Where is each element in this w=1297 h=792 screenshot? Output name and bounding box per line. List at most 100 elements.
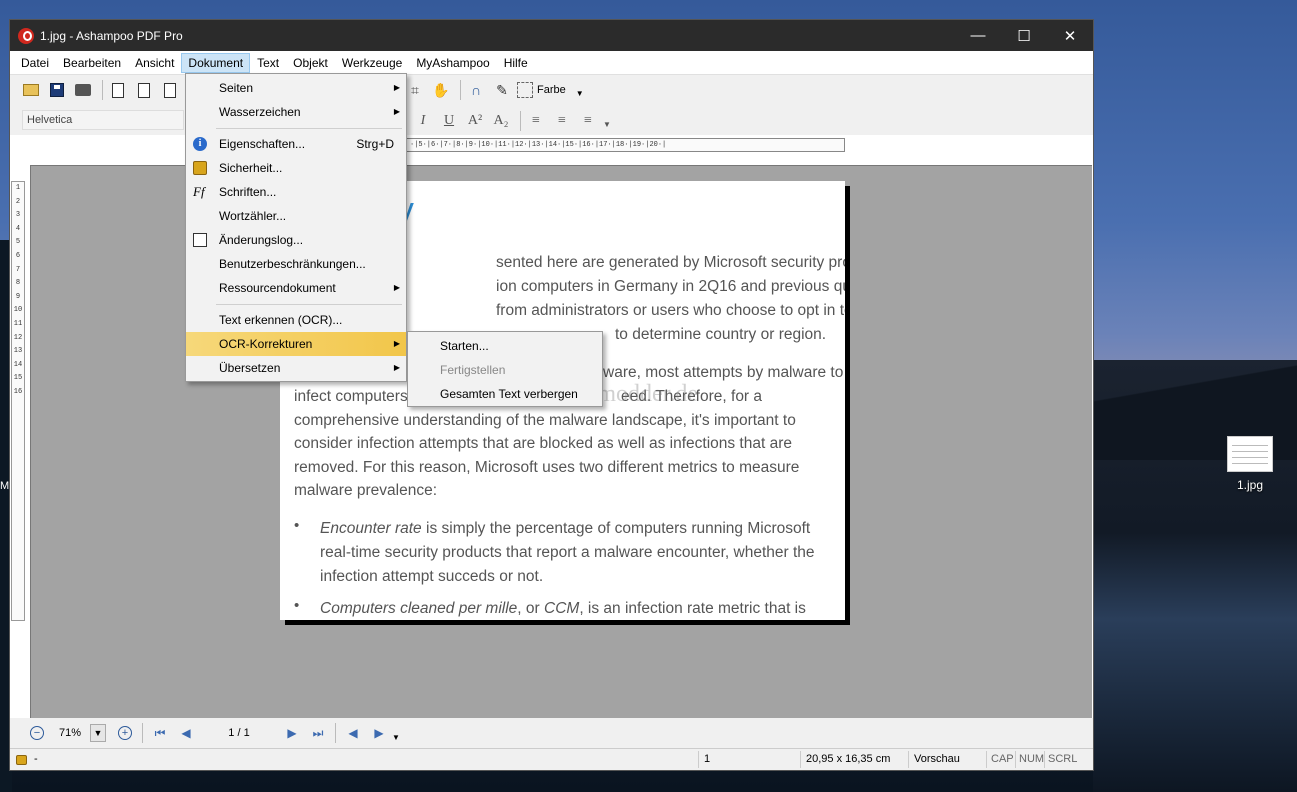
font-name-field[interactable]: Helvetica [22, 110, 184, 130]
bullet-1-term: Encounter rate [320, 520, 422, 537]
menu-item-seiten[interactable]: Seiten ▶ [186, 76, 406, 100]
bullet-2-line-1: Computers cleaned per mille, or CCM, is … [320, 597, 806, 620]
submenu-item-starten[interactable]: Starten... [408, 334, 602, 358]
page-copy-icon[interactable] [133, 79, 155, 101]
align-center-icon[interactable]: ≡ [551, 110, 573, 132]
open-icon[interactable] [20, 79, 42, 101]
menu-item-label: Eigenschaften... [219, 137, 306, 151]
status-mode: Vorschau [914, 753, 960, 765]
zoom-out-icon[interactable]: − [30, 726, 44, 740]
menu-item-text-erkennen[interactable]: Text erkennen (OCR)... [186, 308, 406, 332]
menu-item-label: Wasserzeichen [219, 105, 301, 119]
menu-item-ressourcendokument[interactable]: Ressourcendokument ▶ [186, 276, 406, 300]
italic-icon[interactable]: I [412, 110, 434, 132]
menu-item-schriften[interactable]: Ff Schriften... [186, 180, 406, 204]
menu-dokument[interactable]: Dokument [181, 52, 251, 73]
zoom-value[interactable]: 71% [50, 727, 90, 739]
menu-item-wortzaehler[interactable]: Wortzähler... [186, 204, 406, 228]
menu-item-benutzerbeschraenkungen[interactable]: Benutzerbeschränkungen... [186, 252, 406, 276]
new-page-icon[interactable] [107, 79, 129, 101]
page-export-icon[interactable] [159, 79, 181, 101]
hand-icon[interactable]: ✋ [430, 79, 452, 101]
menu-item-wasserzeichen[interactable]: Wasserzeichen ▶ [186, 100, 406, 124]
next-page-icon[interactable]: ▶ [285, 726, 299, 740]
menu-item-label: Übersetzen [219, 361, 281, 375]
menu-item-shortcut: Strg+D [356, 137, 394, 151]
stamp-icon[interactable]: ⌗ [404, 79, 426, 101]
menu-item-aenderungslog[interactable]: Änderungslog... [186, 228, 406, 252]
ruler-row: ·|5·|6·|7·|8·|9·|10·|11·|12·|13·|14·|15·… [10, 135, 1093, 163]
menu-item-ocr-korrekturen[interactable]: OCR-Korrekturen ▶ [186, 332, 406, 356]
status-page-size: 20,95 x 16,35 cm [806, 753, 891, 765]
align-dropdown-icon[interactable]: ▼ [603, 120, 611, 129]
subscript-icon[interactable]: A₂ [490, 110, 512, 132]
forward-icon[interactable]: ▶ [372, 726, 386, 740]
horizontal-ruler: ·|5·|6·|7·|8·|9·|10·|11·|12·|13·|14·|15·… [405, 138, 845, 152]
submenu-item-fertigstellen: Fertigstellen [440, 363, 506, 377]
doc-line-8: comprehensive understanding of the malwa… [294, 412, 796, 429]
color-dropdown-icon[interactable]: ▼ [576, 89, 584, 98]
minimize-button[interactable]: — [955, 20, 1001, 51]
doc-line-1: sented here are generated by Microsoft s… [496, 254, 845, 271]
underline-icon[interactable]: U [438, 110, 460, 132]
menu-myashampoo[interactable]: MyAshampoo [409, 53, 496, 73]
menu-item-label: Wortzähler... [219, 209, 287, 223]
menu-item-sicherheit[interactable]: Sicherheit... [186, 156, 406, 180]
back-icon[interactable]: ◀ [346, 726, 360, 740]
print-icon[interactable] [72, 79, 94, 101]
menu-item-label: Text erkennen (OCR)... [219, 313, 343, 327]
previous-page-icon[interactable]: ◀ [179, 726, 193, 740]
toolbar-separator [520, 111, 521, 131]
desktop-file-icon[interactable]: 1.jpg [1222, 436, 1278, 492]
zoom-in-icon[interactable]: + [118, 726, 132, 740]
submenu-arrow-icon: ▶ [393, 283, 400, 292]
menu-item-label: Seiten [219, 81, 254, 95]
title-bar[interactable]: 1.jpg - Ashampoo PDF Pro — ☐ ✕ [10, 20, 1093, 51]
color-swatch-icon[interactable] [517, 82, 533, 98]
submenu-arrow-icon: ▶ [393, 339, 400, 348]
menu-werkzeuge[interactable]: Werkzeuge [335, 53, 409, 73]
page-indicator[interactable]: 1 / 1 [199, 727, 279, 739]
doc-line-2: ion computers in Germany in 2Q16 and pre… [496, 278, 845, 295]
menu-item-uebersetzen[interactable]: Übersetzen ▶ [186, 356, 406, 380]
bullet-2-term2: CCM [544, 600, 580, 617]
menu-bearbeiten[interactable]: Bearbeiten [56, 53, 128, 73]
status-bar: - 1 20,95 x 16,35 cm Vorschau CAP NUM SC… [10, 748, 1093, 770]
last-page-icon[interactable]: ⏭ [311, 726, 325, 740]
bullet-2: • [294, 597, 300, 614]
zoom-dropdown-icon[interactable]: ▼ [90, 724, 106, 742]
lock-icon [193, 161, 207, 175]
file-thumbnail [1227, 436, 1273, 472]
maximize-button[interactable]: ☐ [1001, 20, 1047, 51]
align-justify-icon[interactable]: ≡ [577, 110, 599, 132]
toolbar-separator [335, 723, 336, 743]
menu-item-eigenschaften[interactable]: i Eigenschaften... Strg+D [186, 132, 406, 156]
menu-text[interactable]: Text [250, 53, 286, 73]
menu-item-label: Änderungslog... [219, 233, 304, 247]
menu-item-label: Benutzerbeschränkungen... [219, 257, 366, 271]
format-toolbar: Helvetica I U A² A₂ ≡ ≡ ≡ ▼ [10, 105, 1093, 135]
eyedropper-icon[interactable]: ✎ [491, 79, 513, 101]
menu-objekt[interactable]: Objekt [286, 53, 335, 73]
app-logo-icon [18, 27, 34, 44]
toolbar-separator [460, 80, 461, 100]
doc-line-6: infect computers [294, 388, 408, 405]
link-icon[interactable]: ∩ [465, 79, 487, 101]
submenu-arrow-icon: ▶ [393, 363, 400, 372]
bullet-2-term: Computers cleaned per mille [320, 600, 518, 617]
submenu-item-text-verbergen[interactable]: Gesamten Text verbergen [408, 382, 602, 406]
menu-datei[interactable]: Datei [14, 53, 56, 73]
menu-hilfe[interactable]: Hilfe [497, 53, 535, 73]
superscript-icon[interactable]: A² [464, 110, 486, 132]
menu-ansicht[interactable]: Ansicht [128, 53, 181, 73]
save-icon[interactable] [46, 79, 68, 101]
align-left-icon[interactable]: ≡ [525, 110, 547, 132]
doc-line-4: to determine country or region. [615, 326, 827, 343]
status-num: NUM [1019, 753, 1045, 765]
nav-dropdown-icon[interactable]: ▼ [392, 733, 400, 742]
color-label[interactable]: Farbe [537, 84, 566, 96]
vertical-ruler: 1 2 3 4 5 6 7 8 9 10 11 12 13 14 15 16 [11, 181, 25, 621]
close-button[interactable]: ✕ [1047, 20, 1093, 51]
first-page-icon[interactable]: ⏮ [153, 726, 167, 740]
lock-status-icon [16, 751, 30, 765]
